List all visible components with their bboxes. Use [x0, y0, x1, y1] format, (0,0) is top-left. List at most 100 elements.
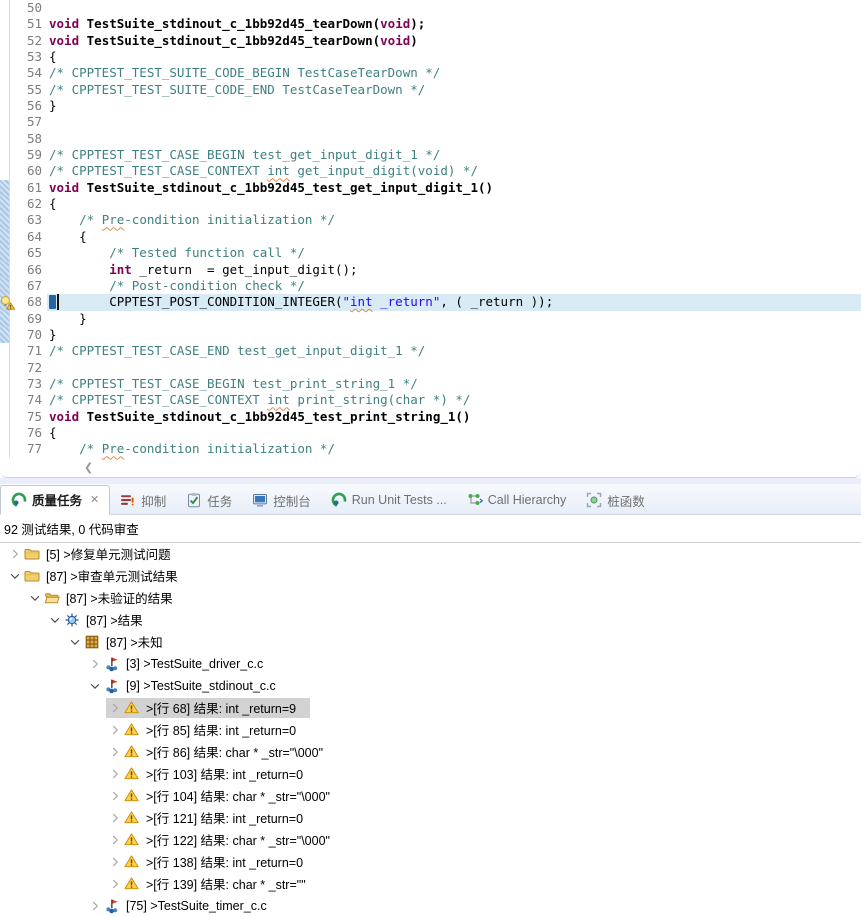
tree-item-content[interactable]: [87] >结果	[46, 610, 157, 630]
code-line[interactable]: 73/* CPPTEST_TEST_CASE_BEGIN test_print_…	[0, 376, 861, 392]
code-text[interactable]: /* CPPTEST_TEST_CASE_END test_get_input_…	[47, 343, 861, 359]
code-line[interactable]: 58	[0, 131, 861, 147]
chevron-right-icon[interactable]	[106, 766, 124, 782]
code-line[interactable]: 53{	[0, 49, 861, 65]
tree-item[interactable]: [87] >结果	[0, 609, 861, 631]
code-line[interactable]: 51void TestSuite_stdinout_c_1bb92d45_tea…	[0, 16, 861, 32]
code-text[interactable]: int _return = get_input_digit();	[47, 262, 861, 278]
tree-item[interactable]: >[行 139] 结果: char * _str=""	[0, 873, 861, 895]
tree-item[interactable]: [87] >审查单元测试结果	[0, 565, 861, 587]
tree-item-content[interactable]: >[行 86] 结果: char * _str="\000"	[106, 742, 337, 762]
code-line[interactable]: 62{	[0, 196, 861, 212]
code-text[interactable]: {	[47, 425, 861, 441]
chevron-down-icon[interactable]	[46, 612, 64, 628]
code-text[interactable]: /* CPPTEST_TEST_CASE_BEGIN test_get_inpu…	[47, 147, 861, 163]
tree-item[interactable]: >[行 86] 结果: char * _str="\000"	[0, 741, 861, 763]
chevron-down-icon[interactable]	[26, 590, 44, 606]
chevron-right-icon[interactable]	[86, 656, 104, 672]
code-text[interactable]: /* Pre-condition initialization */	[47, 212, 861, 228]
horizontal-scrollbar[interactable]: ❮	[0, 458, 861, 477]
tree-item[interactable]: [75] >TestSuite_timer_c.c	[0, 895, 861, 917]
code-line[interactable]: 52void TestSuite_stdinout_c_1bb92d45_tea…	[0, 33, 861, 49]
chevron-right-icon[interactable]	[106, 854, 124, 870]
tree-item-content[interactable]: >[行 121] 结果: int _return=0	[106, 808, 317, 828]
code-text[interactable]: {	[47, 196, 861, 212]
code-text[interactable]	[47, 131, 861, 147]
tree-item[interactable]: >[行 104] 结果: char * _str="\000"	[0, 785, 861, 807]
code-line[interactable]: 66 int _return = get_input_digit();	[0, 262, 861, 278]
code-line[interactable]: 54/* CPPTEST_TEST_SUITE_CODE_BEGIN TestC…	[0, 65, 861, 81]
code-text[interactable]: void TestSuite_stdinout_c_1bb92d45_test_…	[47, 180, 861, 196]
code-text[interactable]	[47, 0, 861, 16]
code-text[interactable]	[47, 360, 861, 376]
tree-item-content[interactable]: >[行 103] 结果: int _return=0	[106, 764, 317, 784]
view-tab-call-hierarchy[interactable]: Call Hierarchy	[457, 487, 577, 514]
code-line[interactable]: 60/* CPPTEST_TEST_CASE_CONTEXT int get_i…	[0, 163, 861, 179]
close-icon[interactable]: ✕	[90, 493, 99, 506]
tree-item-content[interactable]: >[行 85] 结果: int _return=0	[106, 720, 310, 740]
code-text[interactable]: {	[47, 49, 861, 65]
code-line[interactable]: 63 /* Pre-condition initialization */	[0, 212, 861, 228]
code-line[interactable]: 56}	[0, 98, 861, 114]
code-text[interactable]: /* Post-condition check */	[47, 278, 861, 294]
tree-item[interactable]: >[行 103] 结果: int _return=0	[0, 763, 861, 785]
code-text[interactable]: /* Tested function call */	[47, 245, 861, 261]
code-line[interactable]: 64 {	[0, 229, 861, 245]
code-line[interactable]: 75void TestSuite_stdinout_c_1bb92d45_tes…	[0, 409, 861, 425]
tree-item[interactable]: >[行 85] 结果: int _return=0	[0, 719, 861, 741]
code-line[interactable]: 67 /* Post-condition check */	[0, 278, 861, 294]
code-line[interactable]: 57	[0, 114, 861, 130]
code-text[interactable]: }	[47, 311, 861, 327]
chevron-right-icon[interactable]	[106, 832, 124, 848]
quality-tasks-tree[interactable]: [5] >修复单元测试问题[87] >审查单元测试结果[87] >未验证的结果[…	[0, 543, 861, 917]
tree-item-content[interactable]: >[行 139] 结果: char * _str=""	[106, 874, 320, 894]
code-text[interactable]: void TestSuite_stdinout_c_1bb92d45_test_…	[47, 409, 861, 425]
code-text[interactable]: }	[47, 98, 861, 114]
code-line[interactable]: 69 }	[0, 311, 861, 327]
tree-item-content[interactable]: [3] >TestSuite_driver_c.c	[86, 654, 277, 674]
tree-item[interactable]: >[行 122] 结果: char * _str="\000"	[0, 829, 861, 851]
chevron-down-icon[interactable]	[6, 568, 24, 584]
code-line[interactable]: 68 CPPTEST_POST_CONDITION_INTEGER("int _…	[0, 294, 861, 310]
chevron-right-icon[interactable]	[106, 700, 124, 716]
tree-item[interactable]: >[行 138] 结果: int _return=0	[0, 851, 861, 873]
tree-item-content[interactable]: [9] >TestSuite_stdinout_c.c	[86, 676, 290, 696]
chevron-right-icon[interactable]	[86, 898, 104, 914]
view-tab-quality-tasks[interactable]: 质量任务✕	[0, 485, 110, 515]
tree-item[interactable]: [5] >修复单元测试问题	[0, 543, 861, 565]
chevron-right-icon[interactable]	[106, 744, 124, 760]
code-line[interactable]: 77 /* Pre-condition initialization */	[0, 441, 861, 457]
code-line[interactable]: 71/* CPPTEST_TEST_CASE_END test_get_inpu…	[0, 343, 861, 359]
chevron-right-icon[interactable]	[106, 876, 124, 892]
quickfix-warning-icon[interactable]	[0, 295, 15, 310]
code-text[interactable]: /* CPPTEST_TEST_SUITE_CODE_END TestCaseT…	[47, 82, 861, 98]
code-text[interactable]: }	[47, 327, 861, 343]
view-tab-桩函数[interactable]: 桩函数	[576, 487, 655, 514]
code-text[interactable]: CPPTEST_POST_CONDITION_INTEGER("int _ret…	[47, 294, 861, 310]
code-text[interactable]: /* CPPTEST_TEST_SUITE_CODE_BEGIN TestCas…	[47, 65, 861, 81]
code-text[interactable]: {	[47, 229, 861, 245]
code-text[interactable]: /* CPPTEST_TEST_CASE_BEGIN test_print_st…	[47, 376, 861, 392]
code-line[interactable]: 74/* CPPTEST_TEST_CASE_CONTEXT int print…	[0, 392, 861, 408]
code-line[interactable]: 55/* CPPTEST_TEST_SUITE_CODE_END TestCas…	[0, 82, 861, 98]
tree-item[interactable]: [87] >未知	[0, 631, 861, 653]
tree-item-content[interactable]: [87] >审查单元测试结果	[6, 566, 192, 586]
tree-item[interactable]: [87] >未验证的结果	[0, 587, 861, 609]
code-line[interactable]: 70}	[0, 327, 861, 343]
chevron-right-icon[interactable]	[106, 722, 124, 738]
code-line[interactable]: 65 /* Tested function call */	[0, 245, 861, 261]
code-text[interactable]: /* CPPTEST_TEST_CASE_CONTEXT int get_inp…	[47, 163, 861, 179]
code-lines[interactable]: 5051void TestSuite_stdinout_c_1bb92d45_t…	[0, 0, 861, 458]
tree-item-content[interactable]: [87] >未验证的结果	[26, 588, 187, 608]
tree-item[interactable]: >[行 121] 结果: int _return=0	[0, 807, 861, 829]
tree-item-selected[interactable]: >[行 68] 结果: int _return=9	[106, 698, 310, 718]
tree-item[interactable]: >[行 68] 结果: int _return=9	[0, 697, 861, 719]
chevron-down-icon[interactable]	[66, 634, 84, 650]
tree-item-content[interactable]: >[行 104] 结果: char * _str="\000"	[106, 786, 344, 806]
chevron-right-icon[interactable]	[106, 788, 124, 804]
code-text[interactable]: void TestSuite_stdinout_c_1bb92d45_tearD…	[47, 16, 861, 32]
tree-item-content[interactable]: [87] >未知	[66, 632, 177, 652]
tree-item-content[interactable]: >[行 138] 结果: int _return=0	[106, 852, 317, 872]
code-text[interactable]: /* Pre-condition initialization */	[47, 441, 861, 457]
view-tab-任务[interactable]: 任务	[176, 487, 242, 514]
